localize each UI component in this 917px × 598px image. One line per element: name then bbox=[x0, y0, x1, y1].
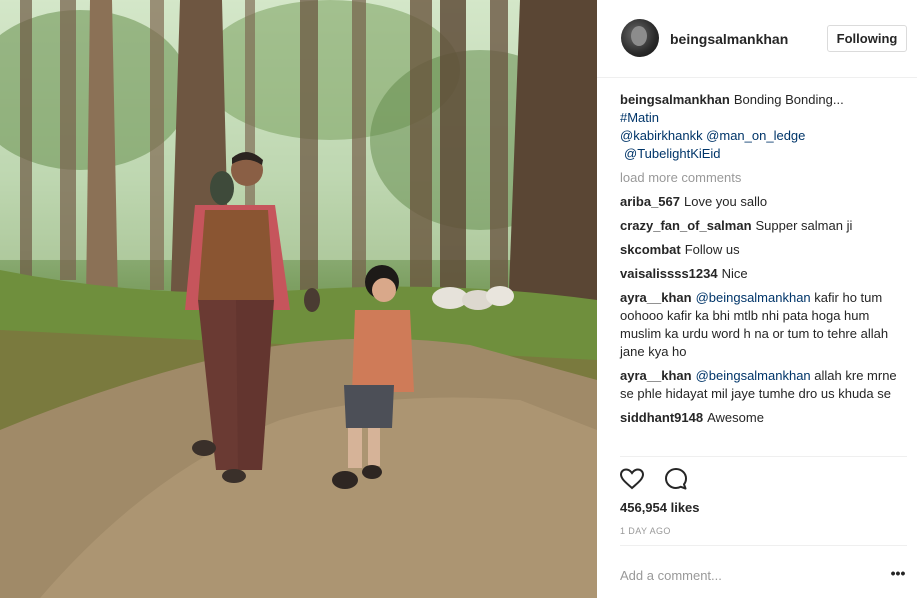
forest-scene-illustration bbox=[0, 0, 597, 598]
comment-username[interactable]: crazy_fan_of_salman bbox=[620, 218, 752, 233]
more-options-button[interactable]: ••• bbox=[889, 564, 907, 584]
comment-text: Supper salman ji bbox=[755, 218, 853, 233]
instagram-post: beingsalmankhan Following beingsalmankha… bbox=[0, 0, 917, 598]
comment-username[interactable]: ayra__khan bbox=[620, 290, 692, 305]
post-timestamp[interactable]: 1 DAY AGO bbox=[620, 526, 671, 536]
post-header: beingsalmankhan Following bbox=[597, 0, 917, 78]
divider bbox=[620, 545, 907, 546]
comment-text: Nice bbox=[721, 266, 748, 281]
comment-item: ayra__khan @beingsalmankhan kafir ho tum … bbox=[620, 289, 900, 361]
avatar[interactable] bbox=[621, 19, 659, 57]
comments-list: beingsalmankhan Bonding Bonding... #Matin… bbox=[620, 91, 900, 433]
comment-item: siddhant9148 Awesome bbox=[620, 409, 900, 427]
comment-item: vaisalissss1234 Nice bbox=[620, 265, 900, 283]
comment-icon[interactable] bbox=[663, 466, 689, 492]
comment-mention[interactable]: @beingsalmankhan bbox=[696, 368, 811, 383]
comment-item: ariba_567 Love you sallo bbox=[620, 193, 900, 211]
comment-mention[interactable]: @beingsalmankhan bbox=[696, 290, 811, 305]
post-photo[interactable] bbox=[0, 0, 597, 598]
caption-line-main: beingsalmankhan Bonding Bonding... bbox=[620, 91, 900, 109]
comment-text: Love you sallo bbox=[684, 194, 768, 209]
comment-username[interactable]: ariba_567 bbox=[620, 194, 680, 209]
comment-text: Awesome bbox=[707, 410, 764, 425]
comment-username[interactable]: skcombat bbox=[620, 242, 681, 257]
comment-item: crazy_fan_of_salman Supper salman ji bbox=[620, 217, 900, 235]
likes-count[interactable]: 456,954 likes bbox=[620, 500, 700, 515]
comment-username[interactable]: vaisalissss1234 bbox=[620, 266, 718, 281]
caption-mentions-1[interactable]: @kabirkhankk @man_on_ledge bbox=[620, 127, 900, 145]
comment-username[interactable]: ayra__khan bbox=[620, 368, 692, 383]
caption-text: Bonding Bonding... bbox=[733, 92, 844, 107]
caption-hashtag[interactable]: #Matin bbox=[620, 109, 900, 127]
heart-icon[interactable] bbox=[619, 466, 645, 492]
load-more-comments-link[interactable]: load more comments bbox=[620, 169, 900, 187]
caption: beingsalmankhan Bonding Bonding... #Matin… bbox=[620, 91, 900, 163]
add-comment-input[interactable] bbox=[620, 565, 870, 585]
comment-text: Follow us bbox=[684, 242, 740, 257]
following-button[interactable]: Following bbox=[827, 25, 907, 52]
post-sidebar: beingsalmankhan Following beingsalmankha… bbox=[597, 0, 917, 598]
header-username[interactable]: beingsalmankhan bbox=[670, 31, 788, 47]
divider bbox=[620, 456, 907, 457]
comment-item: skcombat Follow us bbox=[620, 241, 900, 259]
comment-item: ayra__khan @beingsalmankhan allah kre mrn… bbox=[620, 367, 900, 403]
action-bar bbox=[619, 466, 703, 492]
caption-mentions-2[interactable]: @TubelightKiEid bbox=[620, 145, 900, 163]
caption-username[interactable]: beingsalmankhan bbox=[620, 92, 730, 107]
comment-username[interactable]: siddhant9148 bbox=[620, 410, 703, 425]
